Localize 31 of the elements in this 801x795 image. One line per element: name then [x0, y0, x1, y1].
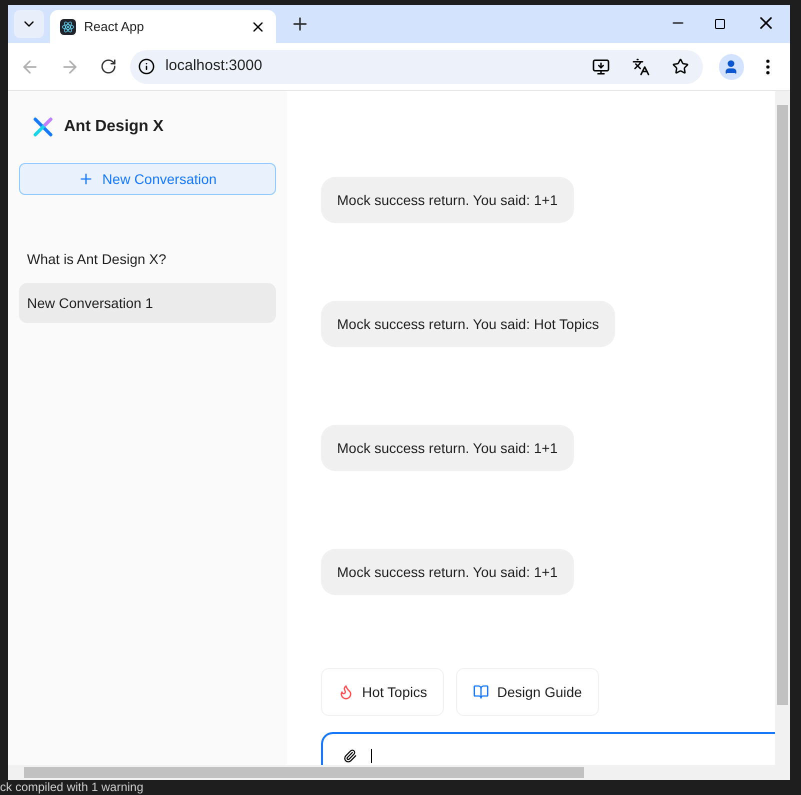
- conversation-item[interactable]: New Conversation 1: [19, 283, 276, 323]
- message-bubble: Mock success return. You said: 1+1: [321, 549, 574, 595]
- vertical-scrollbar[interactable]: [775, 91, 790, 780]
- prompt-button[interactable]: Hot Topics: [321, 668, 444, 716]
- tab-title: React App: [84, 18, 145, 36]
- logo-icon: [32, 116, 54, 138]
- message-bubble: Mock success return. You said: 1+1: [321, 177, 574, 223]
- reload-icon[interactable]: [100, 58, 116, 75]
- install-icon[interactable]: [592, 58, 610, 76]
- message-bubble: Mock success return. You said: 1+1: [321, 425, 574, 471]
- translate-icon[interactable]: [632, 58, 650, 76]
- book-icon: [473, 684, 490, 700]
- text-cursor: [371, 749, 372, 763]
- new-conversation-button[interactable]: New Conversation: [19, 163, 276, 195]
- bookmark-star-icon[interactable]: [672, 58, 688, 75]
- conversation-item[interactable]: What is Ant Design X?: [19, 239, 276, 279]
- attachment-icon[interactable]: [343, 749, 357, 763]
- browser-tab[interactable]: React App: [50, 10, 276, 43]
- background-text: ck compiled with 1 warning: [0, 780, 144, 794]
- tab-list-button[interactable]: [14, 10, 44, 38]
- logo-text: Ant Design X: [64, 117, 164, 137]
- flame-icon: [338, 684, 354, 700]
- prompt-button[interactable]: Design Guide: [456, 668, 599, 716]
- profile-icon[interactable]: [718, 54, 744, 80]
- info-icon[interactable]: [138, 58, 156, 75]
- react-logo-icon: [60, 18, 76, 34]
- maximize-icon[interactable]: [714, 18, 726, 30]
- address-text: localhost:3000: [165, 56, 264, 76]
- message-bubble: Mock success return. You said: Hot Topics: [321, 301, 615, 347]
- horizontal-scrollbar[interactable]: [8, 765, 775, 780]
- address-bar[interactable]: localhost:3000: [130, 50, 702, 84]
